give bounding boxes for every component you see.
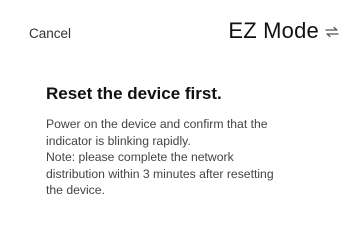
mode-switch-button[interactable]: EZ Mode [228, 18, 339, 44]
page-heading: Reset the device first. [46, 84, 222, 103]
note-line: distribution within 3 minutes after rese… [46, 166, 274, 181]
instruction-line: indicator is blinking rapidly. [46, 133, 191, 148]
instructions-panel: Reset the device first. Power on the dev… [46, 84, 326, 199]
top-bar: Cancel EZ Mode [0, 0, 345, 70]
note-line: Note: please complete the network [46, 150, 234, 164]
instruction-text: Power on the device and confirm that the… [46, 116, 326, 199]
cancel-button[interactable]: Cancel [29, 26, 71, 41]
instruction-line: Power on the device and confirm that the [46, 117, 268, 131]
swap-arrows-icon [325, 25, 339, 39]
mode-title: EZ Mode [228, 18, 319, 43]
note-line: the device. [46, 183, 105, 197]
